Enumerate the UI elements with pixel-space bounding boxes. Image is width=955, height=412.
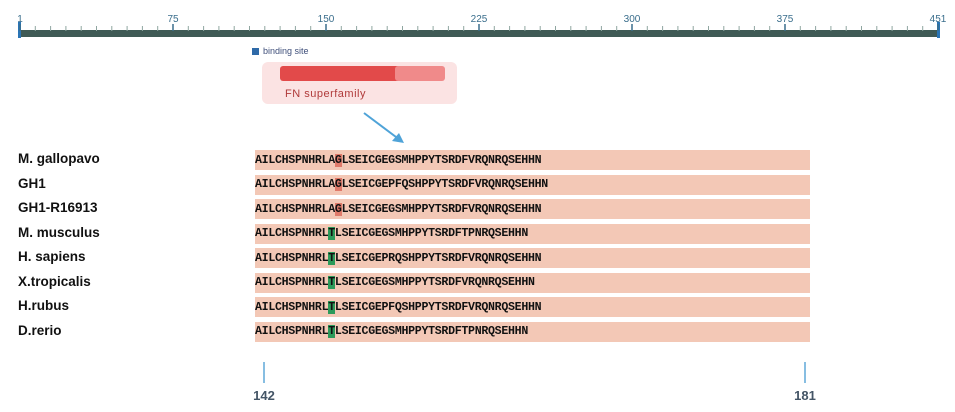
alignment-row: AILCHSPNHRLTLSEICGEGSMHPPYTSRDFTPNRQSEHH… bbox=[255, 223, 810, 244]
sequence-after-site: LSEICGEGSMHPPYTSRDFVRQNRQSEHHN bbox=[341, 202, 542, 216]
sequence-before-site: AILCHSPNHRL bbox=[255, 300, 329, 314]
sequence-after-site: LSEICGEGSMHPPYTSRDFVRQNRQSEHHN bbox=[334, 276, 535, 289]
square-swatch-icon bbox=[252, 47, 259, 55]
sequence-after-site: LSEICGEGSMHPPYTSRDFTPNRQSEHHN bbox=[334, 227, 528, 240]
sequence-before-site: AILCHSPNHRL bbox=[255, 276, 329, 289]
alignment-row: AILCHSPNHRLTLSEICGEPRQSHPPYTSRDFVRQNRQSE… bbox=[255, 248, 810, 268]
species-label: H. sapiens bbox=[18, 249, 86, 264]
sequence-text: AILCHSPNHRLAGLSEICGEPFQSHPPYTSRDFVRQNRQS… bbox=[255, 178, 548, 191]
sequence-text: AILCHSPNHRLAGLSEICGEGSMHPPYTSRDFVRQNRQSE… bbox=[255, 202, 542, 216]
mutation-site-residue: T bbox=[328, 227, 335, 240]
alignment-row: AILCHSPNHRLTLSEICGEGSMHPPYTSRDFVRQNRQSEH… bbox=[255, 272, 810, 293]
sequence-after-site: LSEICGEPFQSHPPYTSRDFVRQNRQSEHHN bbox=[334, 300, 542, 314]
arrow-down-right-icon bbox=[363, 112, 404, 143]
domain-label: FN superfamily bbox=[285, 88, 366, 100]
alignment-row: AILCHSPNHRLTLSEICGEGSMHPPYTSRDFTPNRQSEHH… bbox=[255, 321, 810, 342]
sequence-text: AILCHSPNHRLTLSEICGEGSMHPPYTSRDFTPNRQSEHH… bbox=[255, 325, 528, 338]
sequence-before-site: AILCHSPNHRL bbox=[255, 251, 329, 265]
sequence-after-site: LSEICGEPRQSHPPYTSRDFVRQNRQSEHHN bbox=[334, 251, 542, 265]
sequence-before-site: AILCHSPNHRLA bbox=[255, 178, 335, 191]
species-label: H.rubus bbox=[18, 298, 70, 313]
sequence-before-site: AILCHSPNHRLA bbox=[255, 153, 335, 167]
alignment-row: AILCHSPNHRLAGLSEICGEPFQSHPPYTSRDFVRQNRQS… bbox=[255, 174, 810, 195]
domain-bar-fade bbox=[395, 66, 445, 81]
sequence-text: AILCHSPNHRLTLSEICGEGSMHPPYTSRDFVRQNRQSEH… bbox=[255, 276, 535, 289]
sequence-text: AILCHSPNHRLTLSEICGEPRQSHPPYTSRDFVRQNRQSE… bbox=[255, 251, 542, 265]
position-start-label: 142 bbox=[253, 388, 275, 403]
sequence-before-site: AILCHSPNHRLA bbox=[255, 202, 335, 216]
ruler-tick-label: 375 bbox=[776, 14, 794, 25]
sequence-before-site: AILCHSPNHRL bbox=[255, 227, 329, 240]
sequence-text: AILCHSPNHRLTLSEICGEPFQSHPPYTSRDFVRQNRQSE… bbox=[255, 300, 542, 314]
mutation-site-residue: T bbox=[328, 276, 335, 289]
legend-label: binding site bbox=[263, 46, 309, 56]
alignment-row: AILCHSPNHRLAGLSEICGEGSMHPPYTSRDFVRQNRQSE… bbox=[255, 150, 810, 170]
alignment-row: AILCHSPNHRLTLSEICGEPFQSHPPYTSRDFVRQNRQSE… bbox=[255, 297, 810, 317]
species-label: GH1-R16913 bbox=[18, 200, 98, 215]
position-end-label: 181 bbox=[794, 388, 816, 403]
ruler-bar bbox=[18, 30, 940, 37]
ruler-tick-label: 75 bbox=[167, 14, 179, 25]
mutation-site-residue: G bbox=[334, 153, 342, 167]
legend: binding site bbox=[252, 46, 309, 56]
species-label: M. musculus bbox=[18, 224, 100, 240]
mutation-site-residue: T bbox=[328, 300, 335, 314]
sequence-text: AILCHSPNHRLTLSEICGEGSMHPPYTSRDFTPNRQSEHH… bbox=[255, 227, 528, 240]
ruler-tick-label: 150 bbox=[317, 14, 335, 25]
sequence-after-site: LSEICGEPFQSHPPYTSRDFVRQNRQSEHHN bbox=[341, 178, 549, 191]
ruler-tick-label: 1 bbox=[17, 14, 23, 25]
species-label: X.tropicalis bbox=[18, 273, 91, 289]
ruler-tick-label: 451 bbox=[929, 14, 947, 25]
sequence-after-site: LSEICGEGSMHPPYTSRDFVRQNRQSEHHN bbox=[341, 153, 542, 167]
alignment-row: AILCHSPNHRLAGLSEICGEGSMHPPYTSRDFVRQNRQSE… bbox=[255, 199, 810, 219]
sequence-text: AILCHSPNHRLAGLSEICGEGSMHPPYTSRDFVRQNRQSE… bbox=[255, 153, 542, 167]
ruler-tick-label: 300 bbox=[623, 14, 641, 25]
sequence-before-site: AILCHSPNHRL bbox=[255, 325, 329, 338]
mutation-site-residue: T bbox=[328, 325, 335, 338]
species-label: GH1 bbox=[18, 175, 46, 191]
ruler-tick-label: 225 bbox=[470, 14, 488, 25]
mutation-site-residue: G bbox=[334, 202, 342, 216]
mutation-site-residue: G bbox=[334, 178, 342, 191]
sequence-after-site: LSEICGEGSMHPPYTSRDFTPNRQSEHHN bbox=[334, 325, 528, 338]
mutation-site-residue: T bbox=[328, 251, 335, 265]
species-label: M. gallopavo bbox=[18, 151, 100, 166]
species-label: D.rerio bbox=[18, 322, 62, 338]
